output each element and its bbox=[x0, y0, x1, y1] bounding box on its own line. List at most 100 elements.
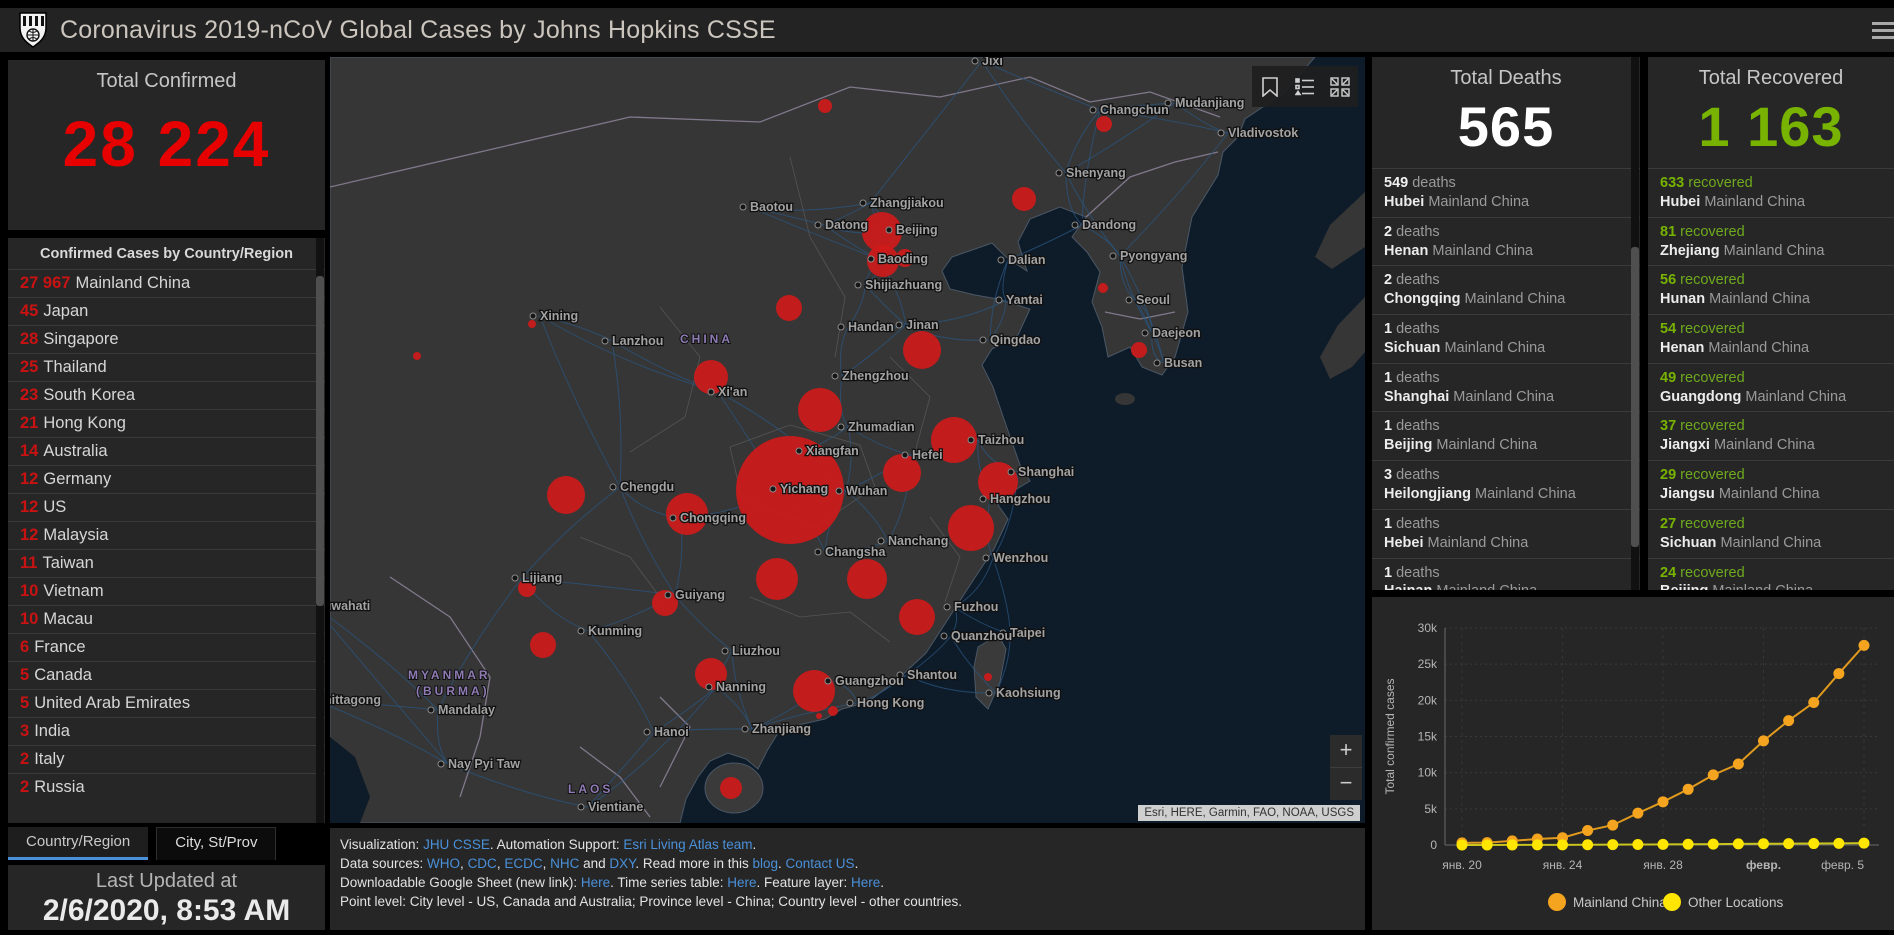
region-row[interactable]: 2Russia bbox=[8, 773, 325, 801]
deaths-row[interactable]: 1 deathsHainan Mainland China bbox=[1372, 558, 1640, 591]
data-point[interactable] bbox=[1859, 838, 1870, 849]
recovered-row[interactable]: 54 recoveredHenan Mainland China bbox=[1648, 314, 1894, 363]
region-row[interactable]: 25Thailand bbox=[8, 353, 325, 381]
recovered-row[interactable]: 49 recoveredGuangdong Mainland China bbox=[1648, 363, 1894, 412]
case-bubble[interactable] bbox=[1096, 116, 1112, 132]
data-point[interactable] bbox=[1833, 668, 1844, 679]
region-row[interactable]: 12Malaysia bbox=[8, 521, 325, 549]
case-bubble[interactable] bbox=[413, 352, 421, 360]
data-point[interactable] bbox=[1683, 839, 1694, 850]
case-bubble[interactable] bbox=[530, 632, 556, 658]
region-row[interactable]: 5Canada bbox=[8, 661, 325, 689]
recovered-row[interactable]: 29 recoveredJiangsu Mainland China bbox=[1648, 460, 1894, 509]
case-bubble[interactable] bbox=[756, 558, 798, 600]
credits-link[interactable]: Contact US bbox=[786, 856, 855, 871]
deaths-row[interactable]: 2 deathsHenan Mainland China bbox=[1372, 217, 1640, 266]
credits-link[interactable]: blog bbox=[752, 856, 778, 871]
menu-icon[interactable] bbox=[1872, 18, 1894, 42]
recovered-row[interactable]: 27 recoveredSichuan Mainland China bbox=[1648, 509, 1894, 558]
case-bubble[interactable] bbox=[818, 99, 832, 113]
scrollbar[interactable] bbox=[316, 238, 324, 823]
credits-link[interactable]: JHU CSSE bbox=[423, 837, 490, 852]
world-map[interactable]: JixiMudanjiangChangchunVladivostokShenya… bbox=[330, 57, 1365, 823]
data-point[interactable] bbox=[1532, 839, 1543, 850]
region-row[interactable]: 11Taiwan bbox=[8, 549, 325, 577]
recovered-row[interactable]: 24 recoveredBeijing Mainland China bbox=[1648, 558, 1894, 591]
tab-country-region[interactable]: Country/Region bbox=[8, 827, 148, 860]
region-row[interactable]: 27 967Mainland China bbox=[8, 269, 325, 297]
region-row[interactable]: 3India bbox=[8, 717, 325, 745]
case-bubble[interactable] bbox=[1012, 187, 1036, 211]
data-point[interactable] bbox=[1632, 839, 1643, 850]
data-point[interactable] bbox=[1607, 839, 1618, 850]
region-row[interactable]: 10Vietnam bbox=[8, 577, 325, 605]
data-point[interactable] bbox=[1683, 784, 1694, 795]
data-point[interactable] bbox=[1783, 715, 1794, 726]
region-row[interactable]: 2Italy bbox=[8, 745, 325, 773]
recovered-row[interactable]: 633 recoveredHubei Mainland China bbox=[1648, 168, 1894, 217]
deaths-row[interactable]: 3 deathsHeilongjiang Mainland China bbox=[1372, 460, 1640, 509]
case-bubble[interactable] bbox=[793, 670, 835, 712]
data-point[interactable] bbox=[1783, 838, 1794, 849]
data-point[interactable] bbox=[1632, 808, 1643, 819]
region-row[interactable]: 6France bbox=[8, 633, 325, 661]
data-point[interactable] bbox=[1708, 839, 1719, 850]
credits-link[interactable]: ECDC bbox=[504, 856, 542, 871]
deaths-row[interactable]: 1 deathsShanghai Mainland China bbox=[1372, 363, 1640, 412]
data-point[interactable] bbox=[1582, 839, 1593, 850]
recovered-row[interactable]: 56 recoveredHunan Mainland China bbox=[1648, 265, 1894, 314]
region-row[interactable]: 23South Korea bbox=[8, 381, 325, 409]
data-point[interactable] bbox=[1733, 838, 1744, 849]
data-point[interactable] bbox=[1557, 839, 1568, 850]
data-point[interactable] bbox=[1833, 838, 1844, 849]
case-bubble[interactable] bbox=[847, 559, 887, 599]
credits-link[interactable]: NHC bbox=[550, 856, 579, 871]
credits-link[interactable]: Esri Living Atlas team bbox=[623, 837, 752, 852]
data-point[interactable] bbox=[1708, 769, 1719, 780]
case-bubble[interactable] bbox=[798, 388, 842, 432]
case-bubble[interactable] bbox=[948, 505, 994, 551]
credits-link[interactable]: Here bbox=[727, 875, 756, 890]
data-point[interactable] bbox=[1457, 839, 1468, 850]
data-point[interactable] bbox=[1733, 758, 1744, 769]
zoom-out-button[interactable]: − bbox=[1330, 768, 1362, 800]
data-point[interactable] bbox=[1507, 839, 1518, 850]
bookmark-icon[interactable] bbox=[1257, 74, 1283, 100]
data-point[interactable] bbox=[1758, 838, 1769, 849]
case-bubble[interactable] bbox=[903, 331, 941, 369]
region-row[interactable]: 45Japan bbox=[8, 297, 325, 325]
credits-link[interactable]: Here bbox=[851, 875, 880, 890]
recovered-row[interactable]: 81 recoveredZhejiang Mainland China bbox=[1648, 217, 1894, 266]
case-bubble[interactable] bbox=[776, 295, 802, 321]
deaths-row[interactable]: 1 deathsBeijing Mainland China bbox=[1372, 411, 1640, 460]
region-row[interactable]: 5United Arab Emirates bbox=[8, 689, 325, 717]
deaths-row[interactable]: 2 deathsChongqing Mainland China bbox=[1372, 265, 1640, 314]
case-bubble[interactable] bbox=[1131, 342, 1147, 358]
case-bubble[interactable] bbox=[984, 673, 992, 681]
case-bubble[interactable] bbox=[720, 777, 742, 799]
tab-city-stprov[interactable]: City, St/Prov bbox=[156, 827, 276, 860]
region-row[interactable]: 28Singapore bbox=[8, 325, 325, 353]
legend-icon[interactable] bbox=[1292, 74, 1318, 100]
case-bubble[interactable] bbox=[828, 706, 838, 716]
region-row[interactable]: 12Germany bbox=[8, 465, 325, 493]
region-row[interactable]: 12US bbox=[8, 493, 325, 521]
data-point[interactable] bbox=[1607, 820, 1618, 831]
case-bubble[interactable] bbox=[899, 599, 935, 635]
data-point[interactable] bbox=[1582, 825, 1593, 836]
region-row[interactable]: 21Hong Kong bbox=[8, 409, 325, 437]
basemap-icon[interactable] bbox=[1327, 74, 1353, 100]
credits-link[interactable]: Here bbox=[581, 875, 610, 890]
recovered-row[interactable]: 37 recoveredJiangxi Mainland China bbox=[1648, 411, 1894, 460]
data-point[interactable] bbox=[1658, 796, 1669, 807]
region-row[interactable]: 14Australia bbox=[8, 437, 325, 465]
data-point[interactable] bbox=[1758, 735, 1769, 746]
region-row[interactable]: 10Macau bbox=[8, 605, 325, 633]
data-point[interactable] bbox=[1808, 838, 1819, 849]
zoom-in-button[interactable]: + bbox=[1330, 735, 1362, 768]
deaths-row[interactable]: 549 deathsHubei Mainland China bbox=[1372, 168, 1640, 217]
scrollbar[interactable] bbox=[1631, 57, 1639, 590]
data-point[interactable] bbox=[1808, 697, 1819, 708]
deaths-row[interactable]: 1 deathsSichuan Mainland China bbox=[1372, 314, 1640, 363]
data-point[interactable] bbox=[1859, 640, 1870, 651]
